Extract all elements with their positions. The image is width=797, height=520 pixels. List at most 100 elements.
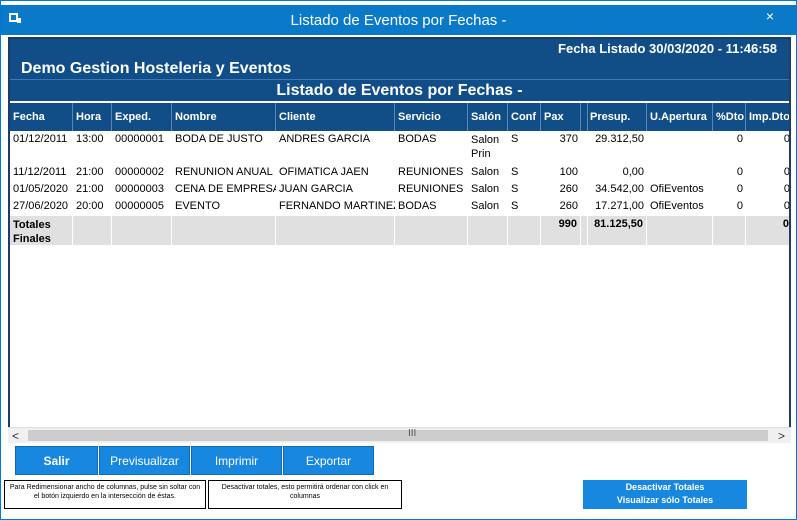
cell-apertura: OfiEventos <box>650 200 704 212</box>
totals-hint: Desactivar totales, esto permitirá orden… <box>208 480 402 509</box>
cell-nombre: BODA DE JUSTO <box>175 133 263 145</box>
report-panel: Fecha Listado 30/03/2020 - 11:46:58 Demo… <box>8 37 791 443</box>
company-name: Demo Gestion Hosteleria y Eventos <box>10 59 789 79</box>
column-header-cliente[interactable]: Cliente <box>276 103 395 131</box>
cell-salon: Salon <box>471 166 500 178</box>
cell-impdto: 0, <box>746 198 789 215</box>
cell-pax: 260 <box>559 183 578 195</box>
cell-servicio: BODAS <box>398 133 437 145</box>
cell-dto: 0 <box>736 133 743 145</box>
cell-nombre: CENA DE EMPRESA <box>175 183 276 195</box>
window-title: Listado de Eventos por Fechas - <box>290 12 507 29</box>
totals-row: Totales Finales 990 81.125,50 0, <box>10 216 789 245</box>
events-grid: Fecha Hora Exped. Nombre Cliente Servici… <box>10 103 789 427</box>
column-header-apertura[interactable]: U.Apertura <box>647 103 713 131</box>
cell-pax: 260 <box>559 200 578 212</box>
cell-fecha: 01/05/2020 <box>13 183 69 195</box>
visualizar-totales-label: Visualizar sólo Totales <box>616 495 714 505</box>
cell-presup: 17.271,00 <box>595 200 644 212</box>
column-header-fecha[interactable]: Fecha <box>10 103 73 131</box>
cell-exped: 00000005 <box>115 200 164 212</box>
scroll-thumb[interactable]: III <box>28 428 768 441</box>
title-bar: Listado de Eventos por Fechas - × <box>1 5 796 35</box>
column-header-exped[interactable]: Exped. <box>112 103 172 131</box>
cell-pax: 370 <box>559 133 578 145</box>
imprimir-button[interactable]: Imprimir <box>191 446 282 475</box>
totals-empty <box>468 216 508 245</box>
totals-pax: 990 <box>541 216 581 245</box>
totals-empty <box>395 216 468 245</box>
cell-impdto: 0, <box>746 181 789 198</box>
totals-toggle-button[interactable]: Desactivar Totales Visualizar sólo Total… <box>583 480 747 509</box>
column-header-impdto[interactable]: Imp.Dto <box>746 103 789 131</box>
cell-conf: S <box>511 183 519 195</box>
cell-apertura <box>647 131 713 163</box>
cell-fecha: 11/12/2011 <box>13 166 67 178</box>
column-header-nombre[interactable]: Nombre <box>172 103 276 131</box>
cell-nombre: RENUNION ANUAL <box>175 166 273 178</box>
totals-empty <box>73 216 112 245</box>
cell-dto: 0 <box>736 200 743 212</box>
cell-apertura <box>647 164 713 181</box>
report-window: Listado de Eventos por Fechas - × Fecha … <box>0 0 797 520</box>
desactivar-totales-label: Desactivar Totales <box>625 482 705 492</box>
scroll-grip-icon: III <box>408 428 417 439</box>
table-row[interactable]: 01/05/2020 21:00 00000003 CENA DE EMPRES… <box>10 181 789 198</box>
totals-impdto: 0, <box>746 216 789 245</box>
cell-exped: 00000001 <box>115 133 164 145</box>
totals-empty <box>112 216 172 245</box>
column-header-salon[interactable]: Salón <box>468 103 508 131</box>
totals-empty <box>508 216 541 245</box>
horizontal-scrollbar[interactable]: < III > <box>8 427 791 443</box>
cell-presup: 29.312,50 <box>595 133 644 145</box>
cell-servicio: REUNIONES <box>398 183 464 195</box>
table-row[interactable]: 01/12/2011 13:00 00000001 BODA DE JUSTO … <box>10 131 789 163</box>
cell-dto: 0 <box>736 166 743 178</box>
cell-servicio: REUNIONES <box>398 166 464 178</box>
previsualizar-button[interactable]: Previsualizar <box>99 446 190 475</box>
table-row[interactable]: 11/12/2011 21:00 00000002 RENUNION ANUAL… <box>10 164 789 181</box>
grid-header: Fecha Hora Exped. Nombre Cliente Servici… <box>10 103 789 131</box>
cell-servicio: BODAS <box>398 200 437 212</box>
column-header-servicio[interactable]: Servicio <box>395 103 468 131</box>
cell-conf: S <box>511 133 519 145</box>
column-header-pax[interactable]: Pax <box>541 103 581 131</box>
cell-dto: 0 <box>736 183 743 195</box>
scroll-left-icon[interactable]: < <box>12 429 19 443</box>
cell-cliente: JUAN GARCIA <box>279 183 353 195</box>
totals-empty <box>647 216 713 245</box>
close-icon[interactable]: × <box>766 8 774 24</box>
cell-hora: 21:00 <box>76 183 104 195</box>
totals-presup: 81.125,50 <box>587 216 647 245</box>
report-date: Fecha Listado 30/03/2020 - 11:46:58 <box>10 39 789 59</box>
cell-salon: Salon Prin <box>471 134 500 160</box>
column-header-conf[interactable]: Conf <box>508 103 541 131</box>
cell-exped: 00000003 <box>115 183 164 195</box>
cell-exped: 00000002 <box>115 166 164 178</box>
cell-presup: 0,00 <box>622 166 644 178</box>
cell-hora: 21:00 <box>76 166 104 178</box>
cell-hora: 13:00 <box>76 133 104 145</box>
cell-conf: S <box>511 200 519 212</box>
cell-cliente: OFIMATICA JAEN <box>279 166 369 178</box>
totals-empty <box>172 216 276 245</box>
cell-apertura: OfiEventos <box>650 183 704 195</box>
column-header-dto[interactable]: %Dto <box>713 103 746 131</box>
exportar-button[interactable]: Exportar <box>283 446 374 475</box>
totals-label: Totales Finales <box>10 216 73 245</box>
salir-button[interactable]: Salir <box>15 446 98 475</box>
cell-presup: 34.542,00 <box>595 183 644 195</box>
cell-pax: 100 <box>559 166 578 178</box>
cell-impdto: 0, <box>746 164 789 181</box>
scroll-right-icon[interactable]: > <box>778 429 785 443</box>
cell-salon: Salon <box>471 200 500 212</box>
column-header-presup[interactable]: Presup. <box>587 103 647 131</box>
column-header-hora[interactable]: Hora <box>73 103 112 131</box>
cell-cliente: ANDRES GARCIA <box>279 133 371 145</box>
totals-empty <box>276 216 395 245</box>
cell-hora: 20:00 <box>76 200 104 212</box>
table-row[interactable]: 27/06/2020 20:00 00000005 EVENTO FERNAND… <box>10 198 789 215</box>
cell-impdto: 0, <box>746 131 789 163</box>
cell-fecha: 27/06/2020 <box>13 200 69 212</box>
cell-salon: Salon <box>471 183 500 195</box>
